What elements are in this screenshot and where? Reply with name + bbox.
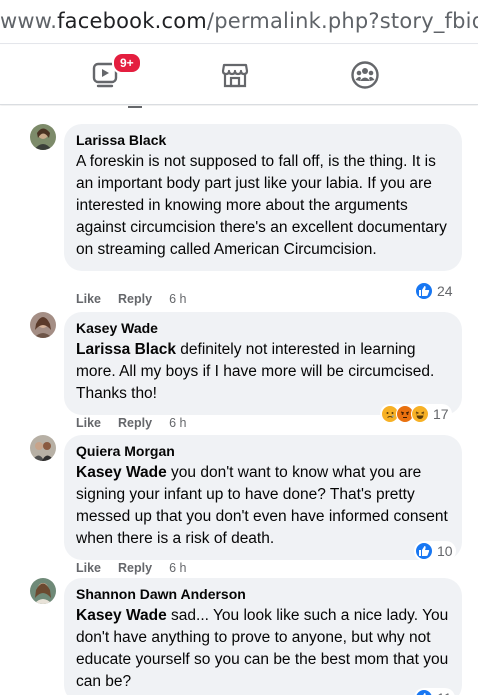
comment-author[interactable]: Larissa Black [76, 132, 450, 149]
avatar[interactable] [30, 578, 56, 604]
haha-reaction-icon [411, 405, 429, 423]
comment-author[interactable]: Shannon Dawn Anderson [76, 586, 450, 603]
comment-actions: Like Reply 6 h [76, 292, 203, 306]
url-path: /permalink.php?story_fbid=pfbid0a [206, 9, 478, 33]
comment-mention[interactable]: Kasey Wade [76, 464, 167, 481]
comment-author[interactable]: Quiera Morgan [76, 443, 450, 460]
avatar[interactable] [30, 435, 56, 461]
reaction-count: 17 [433, 406, 449, 422]
comment-actions: Like Reply 6 h [76, 416, 203, 430]
reaction-summary[interactable]: 24 [414, 281, 456, 301]
like-reaction-icon [415, 689, 433, 695]
url-text[interactable]: www.facebook.com/permalink.php?story_fbi… [0, 9, 478, 33]
reaction-count: 24 [437, 283, 453, 299]
nav-marketplace-tab[interactable] [215, 57, 255, 93]
url-prefix: www. [0, 9, 58, 33]
nav-groups-tab[interactable] [345, 57, 385, 93]
comment-list: Larissa Black A foreskin is not supposed… [0, 106, 478, 695]
comment-text: Kasey Wade you don't want to know what y… [76, 462, 450, 550]
reaction-summary[interactable]: 11 [414, 688, 455, 695]
like-reaction-icon [415, 542, 433, 560]
reply-button[interactable]: Reply [118, 416, 152, 430]
comment-bubble: Larissa Black A foreskin is not supposed… [64, 124, 462, 271]
like-reaction-icon [415, 282, 433, 300]
video-notification-badge: 9+ [112, 52, 142, 74]
comment-timestamp[interactable]: 6 h [169, 292, 186, 306]
comment-actions: Like Reply 6 h [76, 561, 203, 575]
like-button[interactable]: Like [76, 416, 101, 430]
comment-mention[interactable]: Kasey Wade [76, 607, 167, 624]
comment-bubble: Kasey Wade Larissa Black definitely not … [64, 312, 462, 415]
comment-text: A foreskin is not supposed to fall off, … [76, 151, 450, 261]
comment-text: Kasey Wade sad... You look like such a n… [76, 605, 450, 693]
comment-timestamp[interactable]: 6 h [169, 416, 186, 430]
reaction-count: 10 [437, 543, 453, 559]
thread-divider [128, 106, 142, 108]
groups-icon [351, 61, 379, 89]
browser-url-bar[interactable]: www.facebook.com/permalink.php?story_fbi… [0, 0, 478, 44]
comment-text: Larissa Black definitely not interested … [76, 339, 450, 405]
comment-author[interactable]: Kasey Wade [76, 320, 450, 337]
avatar[interactable] [30, 312, 56, 338]
reply-button[interactable]: Reply [118, 292, 152, 306]
url-host: facebook.com [57, 9, 207, 33]
comment-bubble: Quiera Morgan Kasey Wade you don't want … [64, 435, 462, 560]
comment-body: A foreskin is not supposed to fall off, … [76, 153, 447, 258]
top-nav-bar: 9+ [0, 45, 478, 105]
comment-bubble: Shannon Dawn Anderson Kasey Wade sad... … [64, 578, 462, 695]
marketplace-icon [221, 63, 249, 88]
comment-mention[interactable]: Larissa Black [76, 341, 176, 358]
reaction-summary[interactable]: 17 [380, 404, 452, 424]
like-button[interactable]: Like [76, 292, 101, 306]
reaction-count: 11 [437, 690, 452, 695]
reply-button[interactable]: Reply [118, 561, 152, 575]
comment-timestamp[interactable]: 6 h [169, 561, 186, 575]
reaction-summary[interactable]: 10 [414, 541, 456, 561]
like-button[interactable]: Like [76, 561, 101, 575]
avatar[interactable] [30, 124, 56, 150]
